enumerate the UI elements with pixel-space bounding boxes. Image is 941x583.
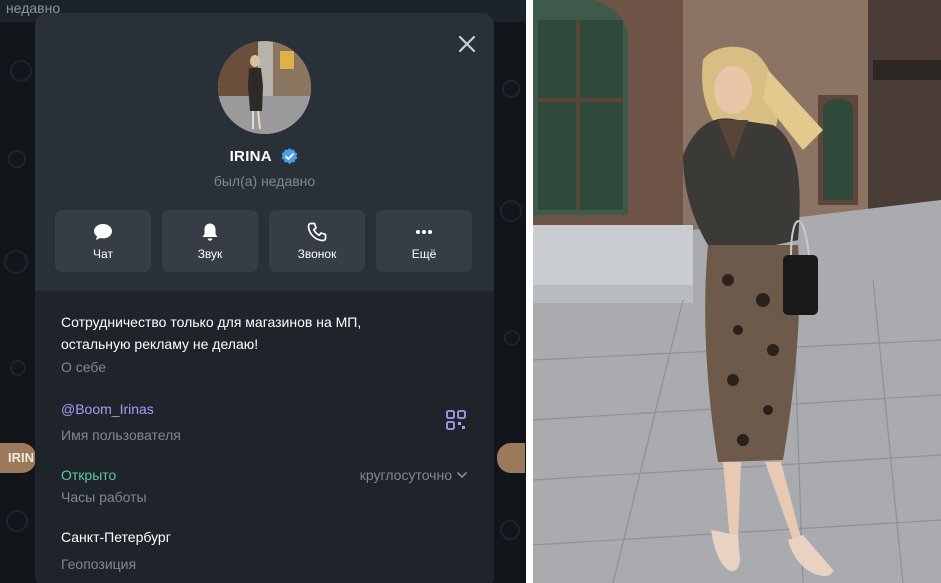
avatar-photo [218,41,311,134]
telegram-window: недавно IRIN IRINA был(а) недавно Чат Зв… [0,0,526,583]
call-button[interactable]: Звонок [269,210,365,272]
background-doodle [504,330,520,346]
username-caption: Имя пользователя [61,427,181,443]
avatar[interactable] [218,41,311,134]
more-dots-icon [416,230,432,234]
close-icon [458,35,476,53]
background-doodle [6,510,28,532]
chat-message-chip-right [497,443,525,473]
background-doodle [4,250,28,274]
image-divider [526,0,533,583]
hours-caption: Часы работы [61,489,147,505]
background-doodle [8,150,26,168]
phone-icon [307,222,327,242]
call-button-label: Звонок [297,247,337,261]
background-doodle [10,60,32,82]
location-value: Санкт-Петербург [61,529,171,545]
bio-caption: О себе [61,359,107,375]
qr-code-icon[interactable] [445,409,467,431]
chevron-down-icon [457,472,467,478]
hours-dropdown-value: круглосуточно [359,467,452,483]
last-seen-status: был(а) недавно [213,173,316,189]
chat-button[interactable]: Чат [55,210,151,272]
profile-name: IRINA [229,148,272,165]
hours-dropdown[interactable]: круглосуточно [360,467,468,483]
action-buttons: Чат Звук Звонок Ещё [55,210,472,272]
background-doodle [10,360,26,376]
street-photo [533,0,941,583]
chat-button-label: Чат [93,247,113,261]
chat-message-chip[interactable]: IRIN [0,443,36,473]
username-link[interactable]: @Boom_Irinas [61,401,154,417]
street-photo-illustration [533,0,941,583]
sound-button-label: Звук [197,247,223,261]
more-button-label: Ещё [411,247,437,261]
profile-modal: IRINA был(а) недавно Чат Звук Звонок Ещё… [35,13,494,583]
hours-status: Открыто [61,467,117,483]
profile-name-row: IRINA [35,147,494,166]
background-doodle [500,520,520,540]
bio-text: Сотрудничество только для магазинов на М… [61,314,362,352]
sound-button[interactable]: Звук [162,210,258,272]
background-doodle [502,80,520,98]
more-button[interactable]: Ещё [376,210,472,272]
location-caption: Геопозиция [61,556,137,572]
bell-icon [202,223,218,241]
background-doodle [500,200,522,222]
chat-bubble-icon [94,224,112,240]
profile-info-section: Сотрудничество только для магазинов на М… [35,291,494,583]
verified-badge-icon [281,147,298,165]
close-button[interactable] [454,31,480,57]
